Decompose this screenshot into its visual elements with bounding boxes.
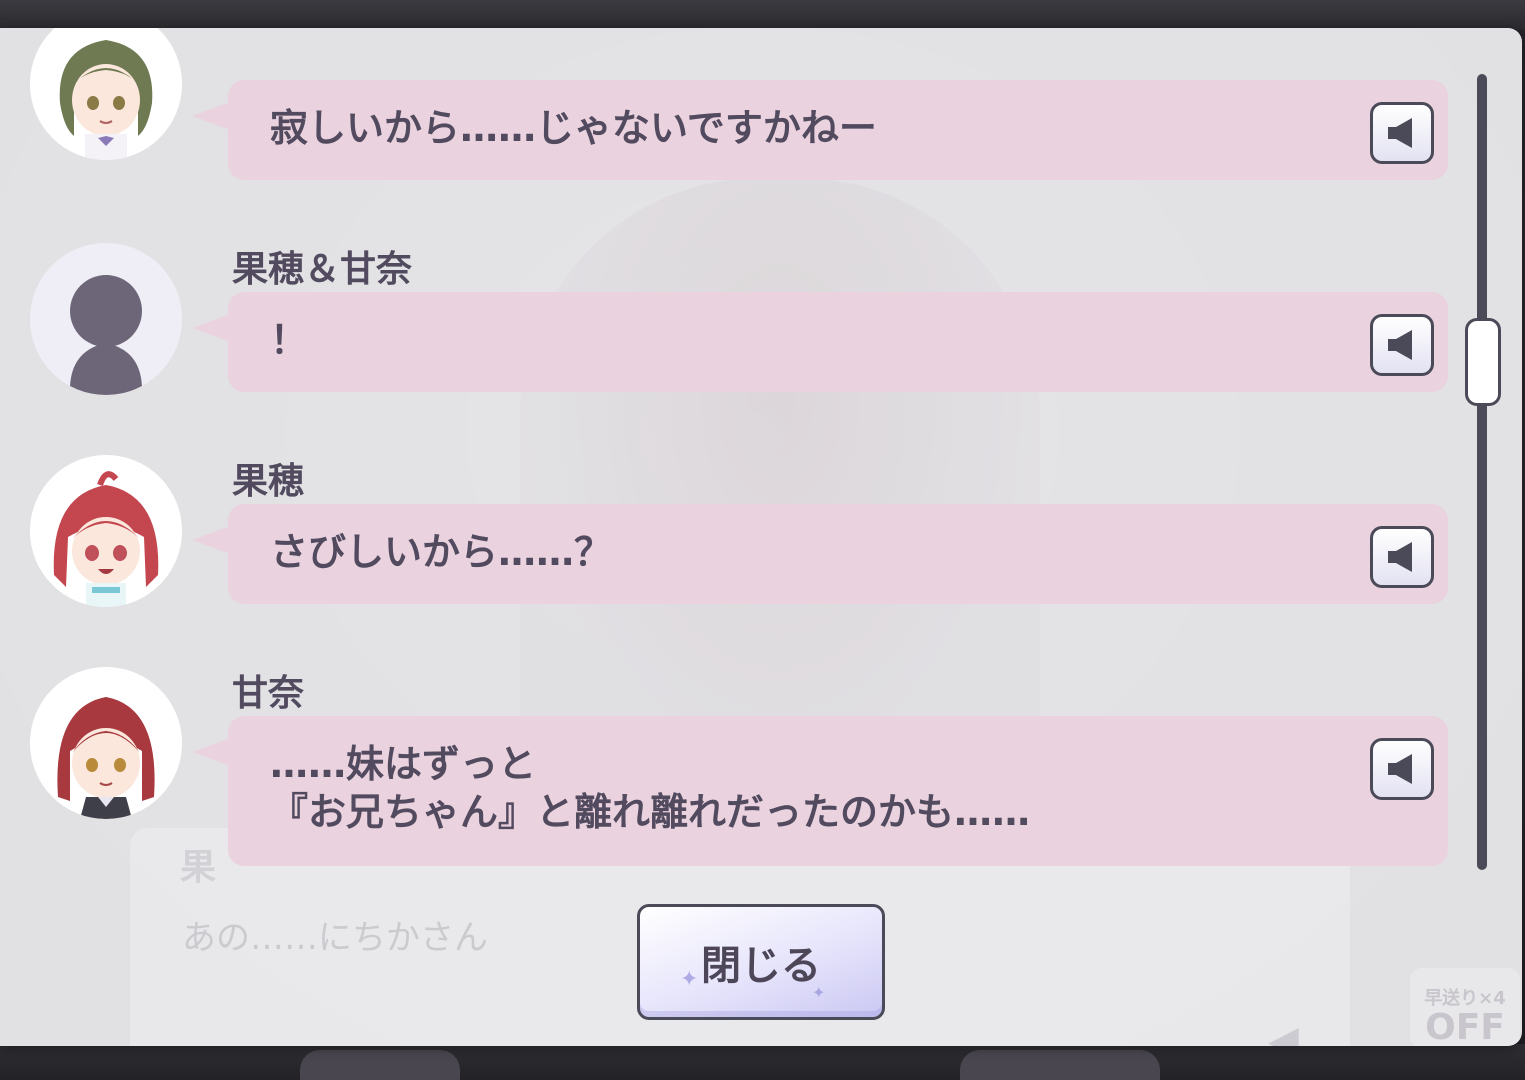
dialogue-text: 寂しいから……じゃないですかねー	[270, 106, 877, 150]
speaker-icon	[1388, 542, 1412, 572]
speaker-icon	[1388, 118, 1412, 148]
close-button-label: 閉じる	[701, 943, 821, 989]
voice-replay-button[interactable]	[1370, 314, 1434, 376]
dialogue-text: ！	[270, 318, 309, 362]
green-hair-girl-avatar	[30, 28, 182, 160]
sparkle-icon: ✦	[812, 983, 826, 1002]
dialogue-text: さびしいから……？	[270, 530, 613, 574]
bubble-tail	[192, 738, 230, 766]
dialogue-text: ……妹はずっと 『お兄ちゃん』と離れ離れだったのかも……	[270, 742, 1031, 834]
speaker-name: 甘奈	[232, 673, 305, 714]
background-decor	[960, 1050, 1160, 1080]
sparkle-icon: ✦	[680, 967, 699, 992]
scrollbar-track[interactable]	[1477, 74, 1487, 870]
bubble-tail	[192, 314, 230, 342]
dialogue-bubble: さびしいから……？	[192, 504, 1448, 604]
bubble-tail	[192, 526, 230, 554]
background-speaker-icon: ◀	[1268, 1018, 1299, 1046]
background-bottom-strip	[0, 1044, 1525, 1080]
fast-forward-button: 早送り×4 OFF	[1410, 968, 1520, 1046]
speaker-icon	[1388, 754, 1412, 784]
auburn-hair-girl-avatar	[30, 667, 182, 819]
red-hair-girl-avatar	[30, 455, 182, 607]
voice-replay-button[interactable]	[1370, 102, 1434, 164]
speaker-name: 果穂＆甘奈	[232, 249, 413, 290]
voice-replay-button[interactable]	[1370, 526, 1434, 588]
speaker-icon	[1388, 330, 1412, 360]
dialogue-bubble: 寂しいから……じゃないですかねー	[192, 80, 1448, 180]
dialogue-bubble: ！	[192, 292, 1448, 392]
bubble-tail	[192, 102, 230, 130]
fast-forward-state: OFF	[1425, 1007, 1505, 1046]
close-button[interactable]: 閉じる ✦ ✦	[637, 904, 885, 1020]
voice-replay-button[interactable]	[1370, 738, 1434, 800]
background-dialog-line: あの……にちかさん	[182, 918, 488, 958]
silhouette-avatar	[30, 243, 182, 395]
dialogue-bubble: ……妹はずっと 『お兄ちゃん』と離れ離れだったのかも……	[192, 716, 1448, 866]
speaker-name: 果穂	[232, 461, 305, 502]
background-top-strip	[0, 0, 1525, 30]
scrollbar-thumb[interactable]	[1465, 318, 1501, 406]
message-log-modal: 果 あの……にちかさん ◀ 早送り×4 OFF 寂しいから……じゃないですかねー…	[0, 28, 1522, 1046]
log-list[interactable]: 寂しいから……じゃないですかねー 果穂＆甘奈 ！ 果穂 さびしいから……？ 甘奈…	[0, 28, 1460, 888]
background-decor	[300, 1050, 460, 1080]
